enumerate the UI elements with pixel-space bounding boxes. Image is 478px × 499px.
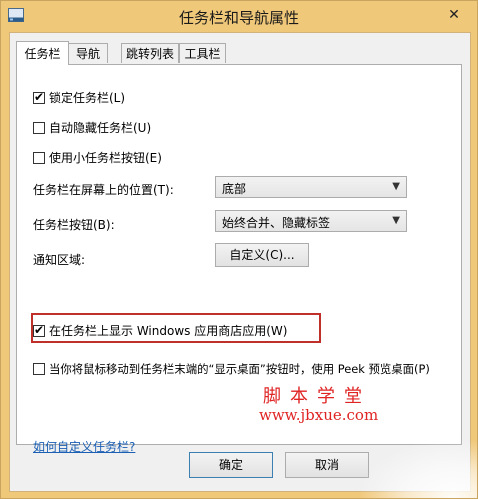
- window-title: 任务栏和导航属性: [178, 9, 299, 27]
- watermark-text: 脚本学堂: [263, 386, 371, 407]
- chevron-down-icon: ▼: [392, 215, 400, 226]
- dialog-client-area: 导航 跳转列表 工具栏 任务栏 ✔ 锁定任务栏(L) 自动隐藏任务栏(U) 使用…: [9, 32, 471, 492]
- chevron-down-icon: ▼: [392, 181, 400, 192]
- ok-button[interactable]: 确定: [189, 452, 273, 478]
- show-store-apps-checkbox[interactable]: ✔: [33, 322, 45, 337]
- notification-area-label: 通知区域:: [33, 253, 86, 267]
- taskbar-buttons-label: 任务栏按钮(B):: [33, 218, 115, 232]
- watermark-url: www.jbxue.com: [259, 406, 379, 424]
- cancel-button[interactable]: 取消: [285, 452, 369, 478]
- tab-jumplists[interactable]: 跳转列表: [121, 43, 179, 63]
- small-buttons-option[interactable]: 使用小任务栏按钮(E): [33, 149, 162, 166]
- checkmark-icon: ✔: [34, 89, 45, 104]
- lock-taskbar-checkbox[interactable]: ✔: [33, 89, 45, 104]
- lock-taskbar-label: 锁定任务栏(L): [49, 91, 126, 105]
- taskbar-buttons-value: 始终合并、隐藏标签: [222, 216, 331, 230]
- show-store-apps-option[interactable]: ✔ 在任务栏上显示 Windows 应用商店应用(W): [33, 322, 287, 339]
- tab-taskbar[interactable]: 任务栏: [16, 41, 69, 65]
- taskbar-tab-panel: ✔ 锁定任务栏(L) 自动隐藏任务栏(U) 使用小任务栏按钮(E) 任务栏在屏幕…: [16, 64, 462, 454]
- position-value: 底部: [222, 182, 247, 196]
- checkmark-icon: ✔: [34, 322, 45, 337]
- position-select[interactable]: 底部 ▼: [215, 176, 407, 198]
- small-buttons-checkbox[interactable]: [33, 151, 45, 164]
- tab-toolbars[interactable]: 工具栏: [179, 43, 226, 63]
- show-store-apps-label: 在任务栏上显示 Windows 应用商店应用(W): [49, 324, 288, 338]
- help-link[interactable]: 如何自定义任务栏?: [33, 438, 135, 455]
- autohide-option[interactable]: 自动隐藏任务栏(U): [33, 119, 151, 136]
- peek-option[interactable]: 当你将鼠标移动到任务栏末端的“显示桌面”按钮时，使用 Peek 预览桌面(P): [33, 361, 430, 377]
- small-buttons-label: 使用小任务栏按钮(E): [49, 151, 162, 165]
- taskbar-buttons-select[interactable]: 始终合并、隐藏标签 ▼: [215, 210, 407, 232]
- position-label: 任务栏在屏幕上的位置(T):: [33, 183, 174, 197]
- close-button[interactable]: ✕: [443, 5, 465, 25]
- peek-checkbox[interactable]: [33, 363, 45, 375]
- customize-button[interactable]: 自定义(C)...: [215, 243, 309, 267]
- tab-navigation[interactable]: 导航: [68, 43, 108, 63]
- peek-label: 当你将鼠标移动到任务栏末端的“显示桌面”按钮时，使用 Peek 预览桌面(P): [49, 362, 430, 376]
- window-frame: 任务栏和导航属性 ✕ 导航 跳转列表 工具栏 任务栏 ✔ 锁定任务栏(L) 自动…: [0, 0, 478, 499]
- autohide-label: 自动隐藏任务栏(U): [49, 121, 152, 135]
- title-bar[interactable]: 任务栏和导航属性 ✕: [1, 1, 477, 31]
- autohide-checkbox[interactable]: [33, 121, 45, 134]
- lock-taskbar-option[interactable]: ✔ 锁定任务栏(L): [33, 89, 125, 106]
